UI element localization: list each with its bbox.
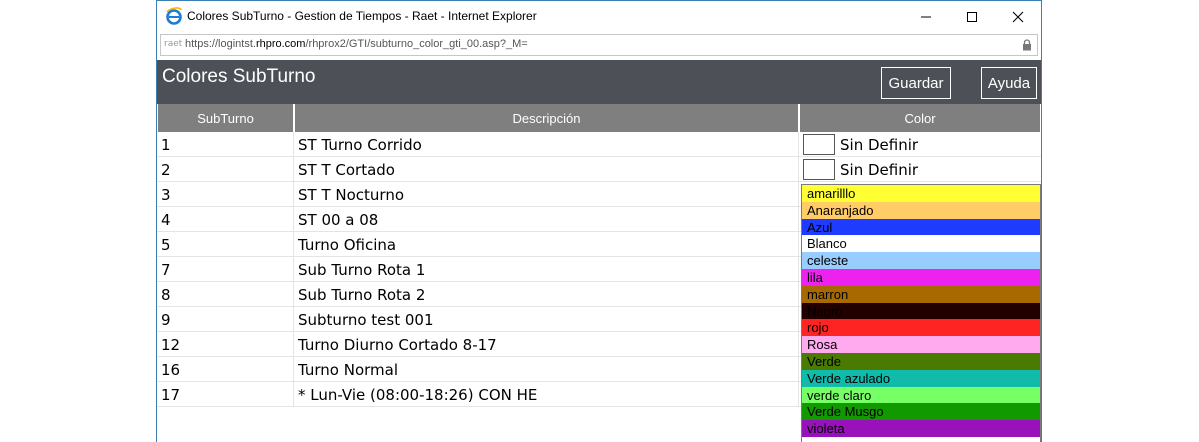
color-dropdown-list[interactable]: amarilllo Anaranjado Azul Blanco celeste lila…	[801, 184, 1041, 442]
description-cell: ST Turno Corrido	[294, 132, 799, 157]
description-cell: Turno Diurno Cortado 8-17	[294, 332, 799, 357]
subturno-cell: 17	[157, 382, 294, 407]
url-path: /rhprox2/GTI/subturno_color_gti_00.asp?_…	[305, 38, 528, 50]
color-option[interactable]: Negro	[802, 302, 1040, 320]
window-title: Colores SubTurno - Gestion de Tiempos - …	[187, 9, 537, 23]
color-option[interactable]: amarilllo	[802, 185, 1040, 202]
maximize-icon	[967, 11, 977, 22]
site-prefix: raet	[164, 39, 183, 49]
color-option[interactable]: Verde azulado	[802, 369, 1040, 387]
color-swatch[interactable]	[803, 134, 835, 155]
description-cell: ST T Nocturno	[294, 182, 799, 207]
color-option[interactable]: Rosa	[802, 336, 1040, 353]
description-cell: Sub Turno Rota 2	[294, 282, 799, 307]
subturno-cell: 7	[157, 257, 294, 282]
color-cell: Sin Definir	[799, 157, 1041, 182]
address-bar[interactable]: raet https://logintst.rhpro.com/rhprox2/…	[160, 34, 1038, 56]
color-option[interactable]: marron	[802, 285, 1040, 303]
title-bar: Colores SubTurno - Gestion de Tiempos - …	[157, 1, 1041, 32]
browser-window: Colores SubTurno - Gestion de Tiempos - …	[156, 0, 1042, 442]
color-option[interactable]: rojo	[802, 319, 1040, 337]
url-domain: rhpro.com	[255, 38, 306, 50]
maximize-button[interactable]	[949, 1, 995, 32]
column-header-descripcion[interactable]: Descripción	[294, 104, 799, 132]
column-header-color[interactable]: Color	[799, 104, 1041, 132]
color-label: Sin Definir	[840, 135, 919, 154]
color-option[interactable]: celeste	[802, 252, 1040, 269]
subturno-cell: 2	[157, 157, 294, 182]
table-row[interactable]: 2 ST T Cortado Sin Definir	[157, 157, 1041, 182]
page-title: Colores SubTurno	[162, 66, 316, 87]
column-header-subturno[interactable]: SubTurno	[157, 104, 294, 132]
color-option[interactable]: violeta	[802, 420, 1040, 437]
description-cell: Sub Turno Rota 1	[294, 257, 799, 282]
help-button[interactable]: Ayuda	[981, 67, 1037, 99]
subturno-cell: 9	[157, 307, 294, 332]
color-option[interactable]: verde claro	[802, 386, 1040, 404]
color-label: Sin Definir	[840, 160, 919, 179]
color-option[interactable]: Anaranjado	[802, 201, 1040, 219]
color-swatch[interactable]	[803, 159, 835, 180]
color-option[interactable]: Azul	[802, 218, 1040, 236]
description-cell: Turno Normal	[294, 357, 799, 382]
subturno-cell: 3	[157, 182, 294, 207]
color-cell: Sin Definir	[799, 132, 1041, 157]
save-button[interactable]: Guardar	[881, 67, 951, 99]
table-header: SubTurno Descripción Color	[157, 104, 1041, 132]
color-option[interactable]: Blanco	[802, 235, 1040, 253]
subturno-cell: 4	[157, 207, 294, 232]
description-cell: Turno Oficina	[294, 232, 799, 257]
address-url: https://logintst.rhpro.com/rhprox2/GTI/s…	[185, 38, 528, 50]
description-cell: * Lun-Vie (08:00-18:26) CON HE	[294, 382, 799, 407]
table-row[interactable]: 1 ST Turno Corrido Sin Definir	[157, 132, 1041, 157]
subturno-cell: 8	[157, 282, 294, 307]
color-option[interactable]: Verde Musgo	[802, 403, 1040, 421]
close-button[interactable]	[995, 1, 1041, 32]
minimize-button[interactable]	[903, 1, 949, 32]
color-option[interactable]: Verde	[802, 352, 1040, 370]
subturno-cell: 12	[157, 332, 294, 357]
subturno-cell: 5	[157, 232, 294, 257]
subturno-cell: 1	[157, 132, 294, 157]
color-option[interactable]: lila	[802, 268, 1040, 286]
minimize-icon	[921, 16, 931, 17]
close-icon	[1012, 11, 1024, 22]
description-cell: ST 00 a 08	[294, 207, 799, 232]
internet-explorer-icon	[166, 7, 182, 25]
app-header: Colores SubTurno Guardar Ayuda	[157, 60, 1041, 104]
url-scheme: https://logintst.	[185, 38, 256, 50]
subturno-cell: 16	[157, 357, 294, 382]
lock-icon[interactable]	[1022, 39, 1032, 51]
description-cell: ST T Cortado	[294, 157, 799, 182]
description-cell: Subturno test 001	[294, 307, 799, 332]
